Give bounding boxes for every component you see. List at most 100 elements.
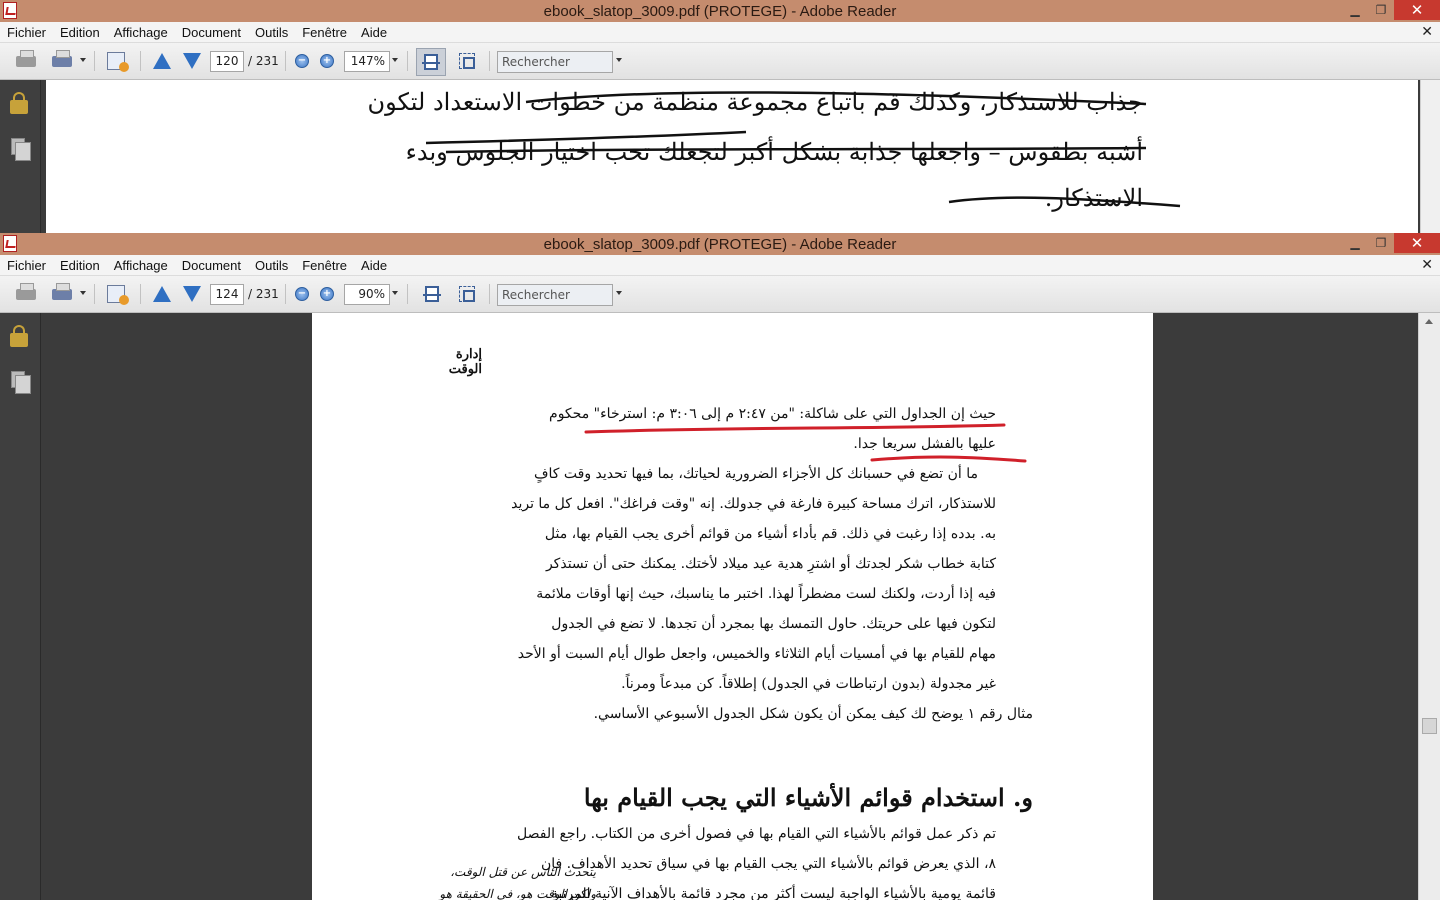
- lock-icon[interactable]: [10, 325, 28, 347]
- scroll-up-icon[interactable]: [1425, 319, 1433, 324]
- page-total: / 231: [248, 287, 279, 301]
- single-page-icon: [422, 54, 440, 70]
- zoom-level-input[interactable]: 90%: [344, 284, 390, 305]
- close-document-icon[interactable]: ✕: [1421, 257, 1433, 273]
- zoom-out-icon[interactable]: −: [290, 49, 314, 73]
- fit-page-icon[interactable]: [455, 49, 479, 73]
- toolbar-separator: [94, 284, 95, 304]
- reader-window-front: ebook_slatop_3009.pdf (PROTEGE) - Adobe …: [0, 233, 1440, 900]
- restore-icon[interactable]: ❐: [1368, 233, 1394, 253]
- print-icon[interactable]: [14, 49, 38, 73]
- previous-page-icon[interactable]: [150, 49, 174, 73]
- paragraph-line: فيه إذا أردت، ولكنك لست مضطراً لهذا. اخت…: [536, 586, 996, 602]
- zoom-in-icon[interactable]: +: [315, 49, 339, 73]
- minimize-icon[interactable]: ▁: [1342, 233, 1368, 253]
- window-title: ebook_slatop_3009.pdf (PROTEGE) - Adobe …: [543, 235, 897, 253]
- vertical-scrollbar[interactable]: [1418, 313, 1440, 900]
- title-bar[interactable]: ebook_slatop_3009.pdf (PROTEGE) - Adobe …: [0, 0, 1440, 22]
- paragraph-line: قائمة يومية بالأشياء الواجبة ليست أكثر م…: [550, 886, 996, 900]
- document-area: إدارة الوقت حيث إن الجداول التي على شاكل…: [0, 313, 1440, 900]
- running-head: إدارة الوقت: [448, 347, 482, 377]
- lock-icon[interactable]: [10, 92, 28, 114]
- navigation-pane: [0, 80, 41, 233]
- menu-fenetre[interactable]: Fenêtre: [302, 258, 347, 273]
- pdf-page: جذاب للاستذكار، وكذلك قم باتباع مجموعة م…: [46, 80, 1418, 233]
- text-line: أشبه بطقوس – واجعلها جذابة بشكل أكبر لتج…: [405, 138, 1143, 166]
- paragraph-line: لتكون فيها على حريتك. حاول التمسك بها بم…: [551, 616, 996, 632]
- toolbar-separator: [140, 51, 141, 71]
- menu-aide[interactable]: Aide: [361, 258, 387, 273]
- toolbar-separator: [407, 51, 408, 71]
- document-area: جذاب للاستذكار، وكذلك قم باتباع مجموعة م…: [0, 80, 1440, 233]
- paragraph-line: مثال رقم ١ يوضح لك كيف يمكن أن يكون شكل …: [593, 706, 1033, 722]
- menu-outils[interactable]: Outils: [255, 258, 288, 273]
- toolbar-separator: [140, 284, 141, 304]
- print-icon[interactable]: [14, 282, 38, 306]
- menu-bar: Fichier Edition Affichage Document Outil…: [0, 22, 1440, 43]
- menu-edition[interactable]: Edition: [60, 25, 100, 40]
- paragraph-line: كتابة خطاب شكر لجدتك أو اشترِ هدية عيد م…: [545, 556, 996, 572]
- toolbar: 124 / 231 − + 90% Rechercher: [0, 276, 1440, 313]
- search-dropdown-icon[interactable]: [616, 291, 622, 295]
- zoom-out-icon[interactable]: −: [290, 282, 314, 306]
- text-line: جذاب للاستذكار، وكذلك قم باتباع مجموعة م…: [367, 88, 1144, 116]
- zoom-dropdown-icon[interactable]: [392, 58, 398, 62]
- page-number-input[interactable]: 120: [210, 51, 244, 72]
- chevron-down-icon[interactable]: [80, 58, 86, 62]
- paragraph-line: تم ذكر عمل قوائم بالأشياء التي القيام به…: [517, 826, 996, 842]
- toolbar-separator: [407, 284, 408, 304]
- single-page-view-button[interactable]: [416, 48, 446, 76]
- paragraph-line: ما أن تضع في حسبانك كل الأجزاء الضرورية …: [534, 466, 978, 482]
- menu-affichage[interactable]: Affichage: [114, 258, 168, 273]
- vertical-scrollbar[interactable]: [1420, 80, 1440, 233]
- menu-edition[interactable]: Edition: [60, 258, 100, 273]
- print-options-icon[interactable]: [50, 49, 74, 73]
- close-window-icon[interactable]: ✕: [1394, 0, 1440, 20]
- share-icon[interactable]: [104, 282, 129, 306]
- chevron-down-icon[interactable]: [80, 291, 86, 295]
- adobe-reader-icon: [3, 235, 17, 252]
- next-page-icon[interactable]: [180, 282, 204, 306]
- restore-icon[interactable]: ❐: [1368, 0, 1394, 20]
- page-number-input[interactable]: 124: [210, 284, 244, 305]
- menu-affichage[interactable]: Affichage: [114, 25, 168, 40]
- print-options-icon[interactable]: [50, 282, 74, 306]
- next-page-icon[interactable]: [180, 49, 204, 73]
- title-bar[interactable]: ebook_slatop_3009.pdf (PROTEGE) - Adobe …: [0, 233, 1440, 255]
- window-controls: ▁ ❐ ✕: [1342, 0, 1440, 22]
- paragraph-line: غير مجدولة (بدون ارتباطات في الجدول) إطل…: [621, 676, 996, 692]
- toolbar-separator: [94, 51, 95, 71]
- menu-aide[interactable]: Aide: [361, 25, 387, 40]
- reader-window-back: ebook_slatop_3009.pdf (PROTEGE) - Adobe …: [0, 0, 1440, 233]
- menu-document[interactable]: Document: [182, 258, 241, 273]
- search-dropdown-icon[interactable]: [616, 58, 622, 62]
- close-window-icon[interactable]: ✕: [1394, 233, 1440, 253]
- toolbar-separator: [285, 284, 286, 304]
- menu-document[interactable]: Document: [182, 25, 241, 40]
- search-input[interactable]: Rechercher: [497, 51, 613, 73]
- pages-icon[interactable]: [11, 371, 31, 394]
- scrollbar-thumb[interactable]: [1422, 718, 1437, 734]
- menu-outils[interactable]: Outils: [255, 25, 288, 40]
- paragraph-line: عليها بالفشل سريعا جدا.: [853, 436, 996, 452]
- single-page-view-icon[interactable]: [420, 282, 444, 306]
- fit-page-icon[interactable]: [455, 282, 479, 306]
- minimize-icon[interactable]: ▁: [1342, 0, 1368, 20]
- zoom-dropdown-icon[interactable]: [392, 291, 398, 295]
- menu-bar: Fichier Edition Affichage Document Outil…: [0, 255, 1440, 276]
- menu-fichier[interactable]: Fichier: [7, 258, 46, 273]
- pages-icon[interactable]: [11, 138, 31, 161]
- close-document-icon[interactable]: ✕: [1421, 24, 1433, 40]
- menu-fenetre[interactable]: Fenêtre: [302, 25, 347, 40]
- toolbar: 120 / 231 − + 147% Rechercher: [0, 43, 1440, 80]
- toolbar-separator: [489, 284, 490, 304]
- window-title: ebook_slatop_3009.pdf (PROTEGE) - Adobe …: [543, 2, 897, 20]
- search-input[interactable]: Rechercher: [497, 284, 613, 306]
- paragraph-line: حيث إن الجداول التي على شاكلة: "من ٢:٤٧ …: [549, 406, 996, 422]
- share-icon[interactable]: [104, 49, 129, 73]
- menu-fichier[interactable]: Fichier: [7, 25, 46, 40]
- previous-page-icon[interactable]: [150, 282, 174, 306]
- zoom-in-icon[interactable]: +: [315, 282, 339, 306]
- zoom-level-input[interactable]: 147%: [344, 51, 390, 72]
- sidenote-line: يتحدث الناس عن قتل الوقت،: [450, 865, 596, 879]
